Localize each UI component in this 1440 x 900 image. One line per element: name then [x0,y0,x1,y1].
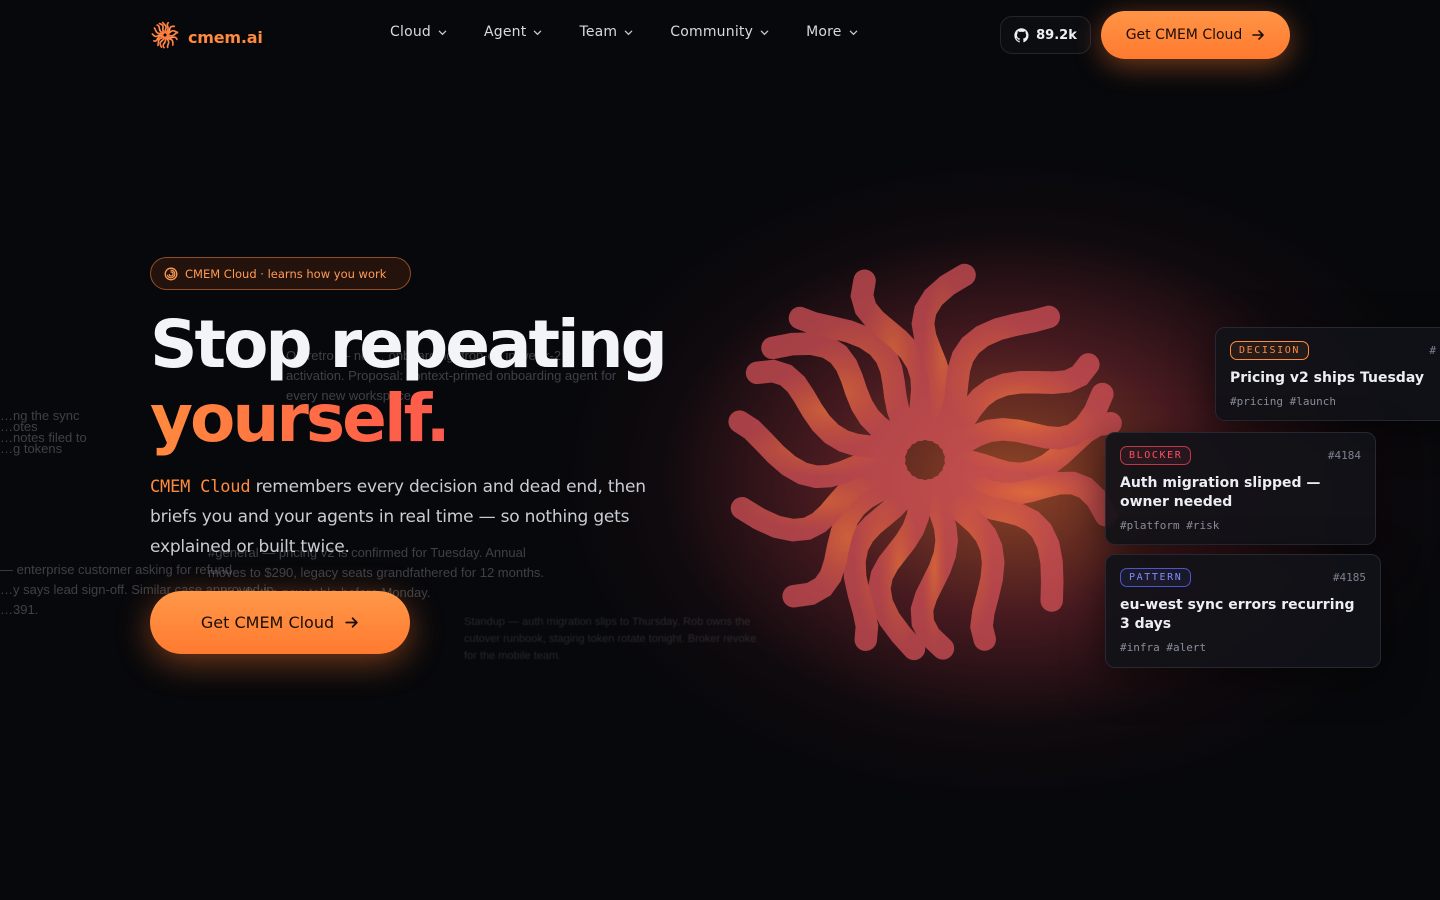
card-title: Pricing v2 ships Tuesday [1230,370,1424,386]
menu-item-label: More [806,24,842,40]
hero-brand-mark [700,235,1150,685]
hero-heading-line1: Stop repeating [150,306,668,383]
arrow-right-icon [345,617,358,628]
ghost-note-2: …ng the sync …otes …notes filed to …g token… [0,408,87,456]
main-menu: Cloud Agent Team Community More [390,24,858,40]
hero-heading: Stop repeating yourself. [150,306,668,456]
github-stars-button[interactable]: 89.2k [1000,16,1091,54]
logo-link[interactable]: cmem.ai [150,20,263,54]
get-cloud-hero-button[interactable]: Get CMEM Cloud [150,591,410,654]
card-id: #4184 [1327,449,1361,462]
card-id: #4185 [1332,571,1366,584]
hero-subtitle-brand: CMEM Cloud [150,477,251,497]
memory-card-decision[interactable]: DECISION # Pricing v2 ships Tuesday #pri… [1215,327,1440,421]
menu-item-community[interactable]: Community [670,24,769,40]
cta-label: Get CMEM Cloud [1125,27,1243,43]
card-hashtags: #infra #alert [1120,641,1207,654]
card-hashtags: #platform #risk [1120,519,1220,532]
chevron-down-icon [534,30,542,35]
menu-item-label: Cloud [390,24,431,40]
top-nav: cmem.ai Cloud Agent Team Community More … [0,0,1440,70]
card-title: eu-west sync errors recurring 3 days [1120,597,1355,632]
card-id: # [1429,344,1436,357]
spiral-icon [164,267,178,280]
logo-text: cmem.ai [188,27,263,47]
menu-item-cloud[interactable]: Cloud [390,24,447,40]
chevron-down-icon [849,30,857,35]
chevron-down-icon [760,30,769,35]
menu-item-team[interactable]: Team [579,24,633,40]
memory-card-pattern[interactable]: PATTERN #4185 eu-west sync errors recurr… [1105,554,1381,668]
chevron-down-icon [438,30,447,35]
menu-item-more[interactable]: More [806,24,858,40]
chevron-down-icon [624,30,633,35]
menu-item-label: Team [579,24,618,40]
sunburst-logo-icon [150,20,180,54]
card-hashtags: #pricing #launch [1230,395,1336,408]
card-title: Auth migration slipped — owner needed [1120,475,1321,510]
menu-item-label: Agent [484,24,527,40]
memory-card-blocker[interactable]: BLOCKER #4184 Auth migration slipped — o… [1105,432,1376,545]
badge-text: CMEM Cloud · learns how you work [185,266,387,281]
card-tag: BLOCKER [1120,446,1192,465]
card-tag: DECISION [1230,341,1309,360]
hero-badge[interactable]: CMEM Cloud · learns how you work [150,257,411,290]
hero-heading-line2: yourself. [150,382,665,456]
github-icon [1014,27,1029,42]
github-stars-count: 89.2k [1036,27,1077,43]
card-tag: PATTERN [1120,568,1192,587]
arrow-right-icon [1252,30,1265,40]
get-cloud-nav-button[interactable]: Get CMEM Cloud [1101,11,1290,59]
hero-subtitle: CMEM Cloud remembers every decision and … [150,472,650,562]
menu-item-agent[interactable]: Agent [484,24,542,40]
menu-item-label: Community [670,24,754,40]
cta-label: Get CMEM Cloud [200,613,335,632]
